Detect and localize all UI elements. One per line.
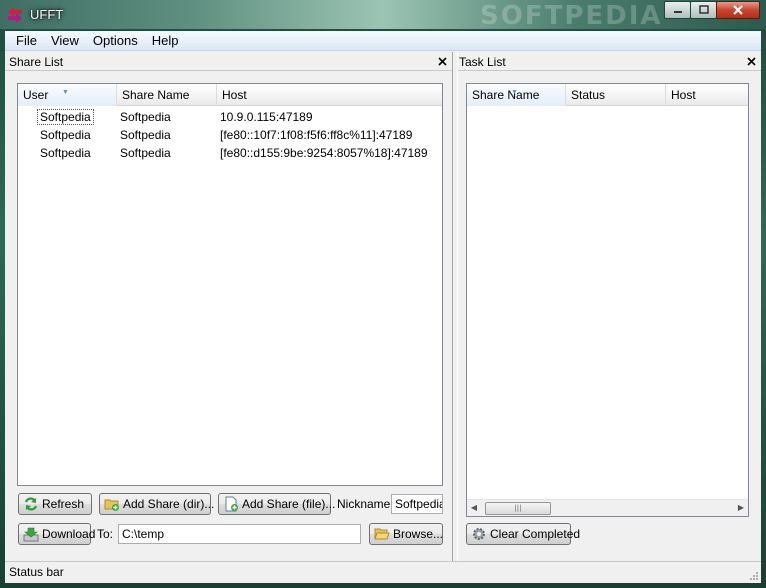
add-share-file-label: Add Share (file)... — [242, 497, 336, 511]
client-area: File View Options Help Share List Task L… — [5, 31, 761, 583]
title-bar: UFFT SOFTPEDIA — [0, 0, 766, 31]
menu-view[interactable]: View — [44, 33, 86, 48]
clear-completed-button[interactable]: Clear Completed — [466, 523, 580, 545]
clear-completed-label: Clear Completed — [490, 527, 581, 541]
share-row[interactable]: Softpedia Softpedia [fe80::d155:9be:9254… — [18, 144, 442, 162]
menu-help[interactable]: Help — [145, 33, 186, 48]
add-share-file-button[interactable]: Add Share (file)... — [218, 493, 335, 515]
scroll-left-icon[interactable]: ◀ — [469, 503, 479, 513]
nickname-label: Nickname: — [337, 497, 394, 511]
sort-arrow-icon: ▼ — [511, 89, 518, 96]
scroll-thumb[interactable]: ||| — [485, 502, 551, 515]
share-row-share: Softpedia — [120, 146, 171, 160]
horizontal-scrollbar[interactable]: ◀ ||| ▶ — [467, 499, 748, 516]
column-host[interactable]: Host — [217, 84, 442, 106]
panel-splitter[interactable] — [452, 52, 458, 562]
watermark-text: SOFTPEDIA — [480, 1, 663, 31]
maximize-icon — [698, 5, 709, 14]
task-list-close-button[interactable] — [745, 54, 757, 68]
close-icon — [746, 56, 756, 66]
menu-bar: File View Options Help — [5, 31, 761, 51]
window-title: UFFT — [30, 7, 64, 22]
task-list-header: Task List — [458, 53, 761, 71]
share-row-user: Softpedia — [40, 128, 91, 142]
share-list-close-button[interactable] — [436, 54, 448, 68]
add-share-dir-label: Add Share (dir)... — [123, 497, 215, 511]
destination-path-field[interactable]: C:\temp — [118, 524, 361, 544]
share-list-title: Share List — [9, 54, 64, 69]
share-list-columns: ▼ User Share Name Host — [18, 84, 442, 106]
share-row-host: [fe80::10f7:1f08:f5f6:ff8c%11]:47189 — [220, 128, 413, 142]
share-list-view[interactable]: ▼ User Share Name Host Softpedia Softped… — [17, 83, 443, 486]
share-row-host: [fe80::d155:9be:9254:8057%18]:47189 — [220, 146, 428, 160]
share-row-user: Softpedia — [37, 109, 94, 125]
share-row[interactable]: Softpedia Softpedia 10.9.0.115:47189 — [18, 108, 442, 126]
status-bar: Status bar — [5, 561, 761, 583]
close-icon — [733, 5, 743, 15]
scroll-right-icon[interactable]: ▶ — [736, 503, 746, 513]
add-share-dir-button[interactable]: Add Share (dir)... — [99, 493, 215, 515]
folder-open-icon — [374, 528, 390, 540]
share-list-header: Share List — [5, 53, 452, 71]
share-row-share: Softpedia — [120, 128, 171, 142]
share-row-host: 10.9.0.115:47189 — [220, 110, 313, 124]
task-list-title: Task List — [459, 54, 506, 69]
maximize-button[interactable] — [690, 1, 717, 19]
minimize-button[interactable] — [664, 1, 691, 19]
column-share-name[interactable]: Share Name — [117, 84, 217, 106]
window-controls — [664, 1, 760, 19]
close-icon — [437, 56, 447, 66]
status-text: Status bar — [9, 565, 64, 579]
download-icon — [23, 527, 39, 542]
download-label: Download — [42, 527, 96, 541]
task-list-view[interactable]: ▼ Share Name Status Host ◀ ||| ▶ — [466, 83, 749, 517]
add-folder-icon — [104, 499, 119, 511]
sort-arrow-icon: ▼ — [62, 89, 69, 96]
app-arrows-icon — [8, 7, 22, 23]
clear-gear-icon — [473, 528, 485, 540]
menu-file[interactable]: File — [9, 33, 44, 48]
share-row[interactable]: Softpedia Softpedia [fe80::10f7:1f08:f5f… — [18, 126, 442, 144]
refresh-button[interactable]: Refresh — [18, 493, 92, 515]
refresh-icon — [24, 497, 38, 511]
resize-grip-icon[interactable] — [749, 571, 759, 581]
nickname-field[interactable]: Softpedia — [391, 494, 443, 514]
to-label: To: — [97, 527, 114, 541]
browse-button[interactable]: Browse... — [369, 523, 443, 545]
share-row-share: Softpedia — [120, 110, 171, 124]
add-file-icon — [225, 496, 238, 512]
minimize-icon — [673, 11, 682, 13]
share-row-user: Softpedia — [40, 146, 91, 160]
task-list-columns: ▼ Share Name Status Host — [467, 84, 748, 106]
column-user[interactable]: ▼ User — [18, 84, 117, 106]
column-host[interactable]: Host — [666, 84, 748, 106]
browse-label: Browse... — [393, 527, 444, 541]
column-share-name[interactable]: ▼ Share Name — [467, 84, 566, 106]
menu-options[interactable]: Options — [86, 33, 145, 48]
close-window-button[interactable] — [716, 1, 760, 19]
download-button[interactable]: Download — [18, 523, 95, 545]
refresh-label: Refresh — [42, 497, 85, 511]
column-status[interactable]: Status — [566, 84, 666, 106]
